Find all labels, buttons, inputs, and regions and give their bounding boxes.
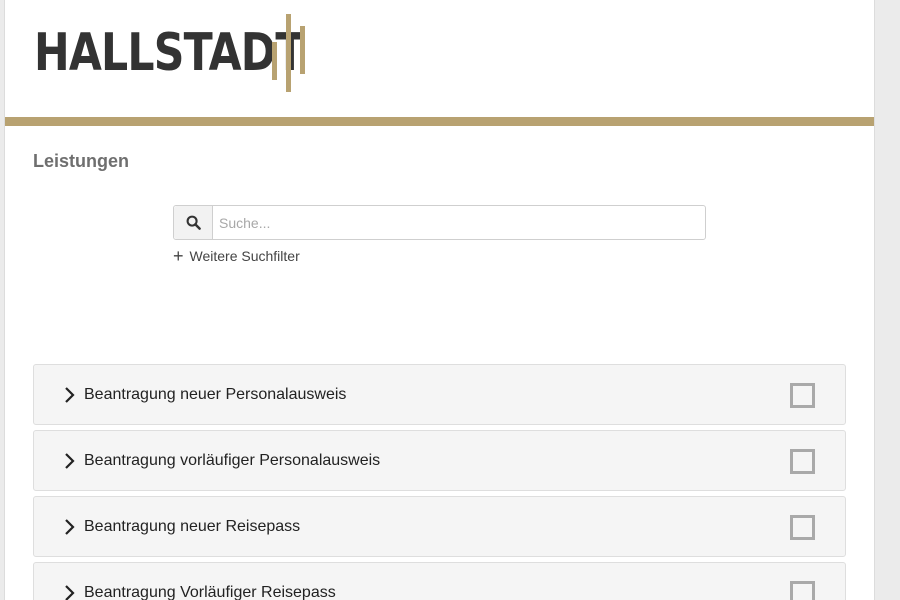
page: HALLSTADT Leistungen + Weitere Suchfilte… <box>4 0 875 600</box>
chevron-right-icon <box>65 519 75 535</box>
service-item[interactable]: Beantragung Vorläufiger Reisepass <box>33 562 846 600</box>
chevron-right-icon <box>65 453 75 469</box>
service-item-label: Beantragung neuer Personalausweis <box>84 385 347 403</box>
service-item-label: Beantragung Vorläufiger Reisepass <box>84 583 336 600</box>
logo[interactable]: HALLSTADT <box>34 14 363 92</box>
service-list: Beantragung neuer Personalausweis Beantr… <box>33 364 846 600</box>
service-checkbox[interactable] <box>790 383 815 408</box>
search-bar <box>173 205 706 240</box>
more-filters-link[interactable]: + Weitere Suchfilter <box>173 247 300 265</box>
header: HALLSTADT <box>5 0 874 117</box>
service-checkbox[interactable] <box>790 449 815 474</box>
chevron-right-icon <box>65 387 75 403</box>
search-button[interactable] <box>174 206 213 239</box>
header-divider <box>5 117 874 126</box>
search-icon <box>186 215 201 230</box>
plus-icon: + <box>173 246 184 266</box>
more-filters-label: Weitere Suchfilter <box>189 248 300 264</box>
service-item[interactable]: Beantragung neuer Personalausweis <box>33 364 846 425</box>
service-item-label: Beantragung vorläufiger Personalausweis <box>84 451 381 469</box>
service-item[interactable]: Beantragung neuer Reisepass <box>33 496 846 557</box>
logo-mark-icon <box>270 14 310 92</box>
service-checkbox[interactable] <box>790 515 815 540</box>
service-item[interactable]: Beantragung vorläufiger Personalausweis <box>33 430 846 491</box>
page-title: Leistungen <box>33 151 130 171</box>
search-input[interactable] <box>213 206 705 239</box>
logo-text: HALLSTADT <box>34 23 304 83</box>
service-item-label: Beantragung neuer Reisepass <box>84 517 301 535</box>
chevron-right-icon <box>65 585 75 600</box>
service-checkbox[interactable] <box>790 581 815 600</box>
